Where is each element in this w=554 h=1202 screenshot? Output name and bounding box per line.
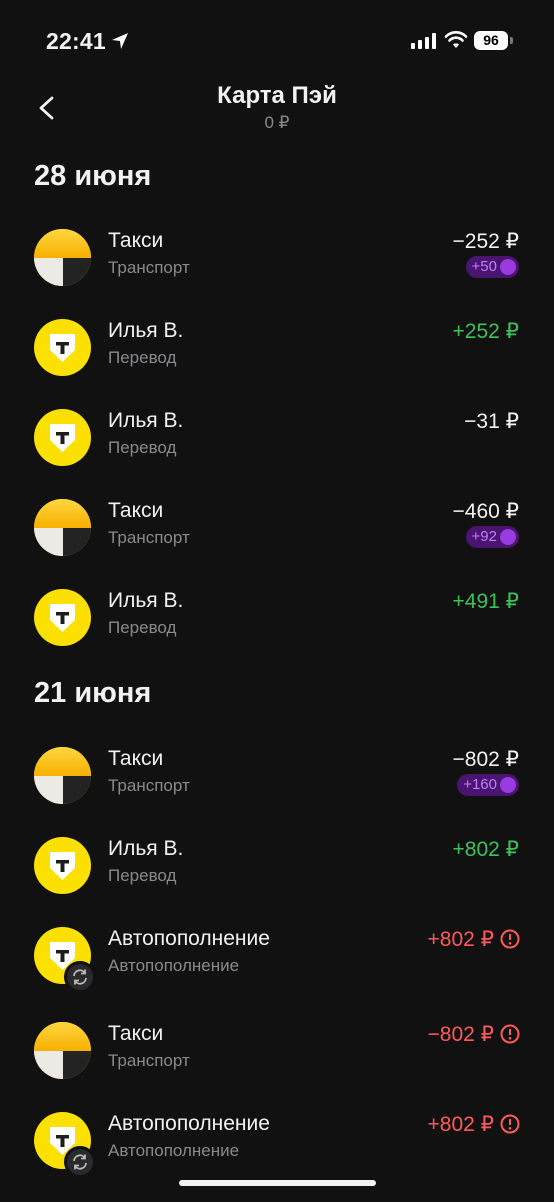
date-header: 21 июня	[34, 677, 152, 709]
transaction-row[interactable]: Автопополнение Автопополнение +802 ₽	[0, 927, 554, 1017]
cashback-value: +160	[463, 776, 497, 793]
taxi-icon	[34, 229, 91, 286]
cellular-signal-icon	[411, 33, 436, 49]
transaction-category: Транспорт	[108, 258, 190, 277]
transaction-amount: −460 ₽	[452, 500, 520, 523]
battery-tip	[510, 37, 513, 44]
transaction-amount: −252 ₽	[452, 230, 520, 253]
cashback-badge: +50	[465, 256, 519, 278]
cashback-value: +50	[471, 258, 497, 275]
cashback-badge: +160	[457, 774, 519, 796]
transaction-row[interactable]: Илья В. Перевод +491 ₽	[0, 589, 554, 679]
transaction-row[interactable]: Такси Транспорт −802 ₽ +160	[0, 747, 554, 837]
cashback-badge: +92	[465, 526, 519, 548]
transaction-row[interactable]: Илья В. Перевод −31 ₽	[0, 409, 554, 499]
transaction-amount: +252 ₽	[452, 320, 520, 343]
status-bar: 22:41 96	[0, 0, 554, 80]
card-balance: 0 ₽	[264, 113, 290, 132]
transaction-category: Транспорт	[108, 528, 190, 547]
home-indicator[interactable]	[179, 1180, 376, 1186]
transaction-name: Илья В.	[108, 837, 184, 860]
transaction-category: Перевод	[108, 618, 177, 637]
transaction-name: Такси	[108, 499, 164, 522]
transaction-name: Автопополнение	[108, 1112, 270, 1135]
battery-indicator: 96	[474, 31, 508, 50]
transaction-amount: −31 ₽	[464, 410, 519, 433]
plus-points-icon	[500, 777, 516, 793]
transaction-category: Перевод	[108, 866, 177, 885]
transaction-category: Автопополнение	[108, 1141, 240, 1160]
exclamation-circle-icon	[500, 1024, 520, 1044]
date-header: 28 июня	[34, 160, 152, 192]
exclamation-circle-icon	[500, 1114, 520, 1134]
plus-points-icon	[500, 529, 516, 545]
taxi-icon	[34, 1022, 91, 1079]
tbank-logo-icon	[34, 319, 91, 376]
tbank-logo-icon	[34, 837, 91, 894]
transaction-name: Такси	[108, 747, 164, 770]
transaction-amount: −802 ₽	[427, 1023, 495, 1046]
transaction-row[interactable]: Такси Транспорт −802 ₽	[0, 1022, 554, 1112]
transaction-amount: +491 ₽	[452, 590, 520, 613]
plus-points-icon	[500, 259, 516, 275]
transaction-row[interactable]: Автопополнение Автопополнение +802 ₽	[0, 1112, 554, 1202]
status-time: 22:41	[46, 28, 106, 54]
transaction-amount: +802 ₽	[452, 838, 520, 861]
transaction-category: Автопополнение	[108, 956, 240, 975]
transaction-category: Перевод	[108, 438, 177, 457]
sync-icon	[64, 961, 96, 993]
location-arrow-icon	[112, 33, 128, 49]
transaction-name: Такси	[108, 1022, 164, 1045]
transaction-amount: −802 ₽	[452, 748, 520, 771]
sync-icon	[64, 1146, 96, 1178]
transaction-row[interactable]: Илья В. Перевод +252 ₽	[0, 319, 554, 409]
transaction-category: Транспорт	[108, 1051, 190, 1070]
wifi-icon	[444, 31, 468, 48]
taxi-icon	[34, 499, 91, 556]
transaction-category: Транспорт	[108, 776, 190, 795]
transaction-name: Илья В.	[108, 589, 184, 612]
transaction-row[interactable]: Илья В. Перевод +802 ₽	[0, 837, 554, 927]
tbank-logo-icon	[34, 589, 91, 646]
transaction-name: Илья В.	[108, 409, 184, 432]
cashback-value: +92	[471, 528, 497, 545]
transaction-name: Илья В.	[108, 319, 184, 342]
page-title: Карта Пэй	[217, 82, 337, 109]
transaction-name: Такси	[108, 229, 164, 252]
tbank-logo-icon	[34, 409, 91, 466]
transaction-name: Автопополнение	[108, 927, 270, 950]
exclamation-circle-icon	[500, 929, 520, 949]
transaction-amount: +802 ₽	[427, 928, 495, 951]
taxi-icon	[34, 747, 91, 804]
transaction-category: Перевод	[108, 348, 177, 367]
transaction-amount: +802 ₽	[427, 1113, 495, 1136]
transaction-row[interactable]: Такси Транспорт −252 ₽ +50	[0, 229, 554, 319]
transaction-row[interactable]: Такси Транспорт −460 ₽ +92	[0, 499, 554, 589]
